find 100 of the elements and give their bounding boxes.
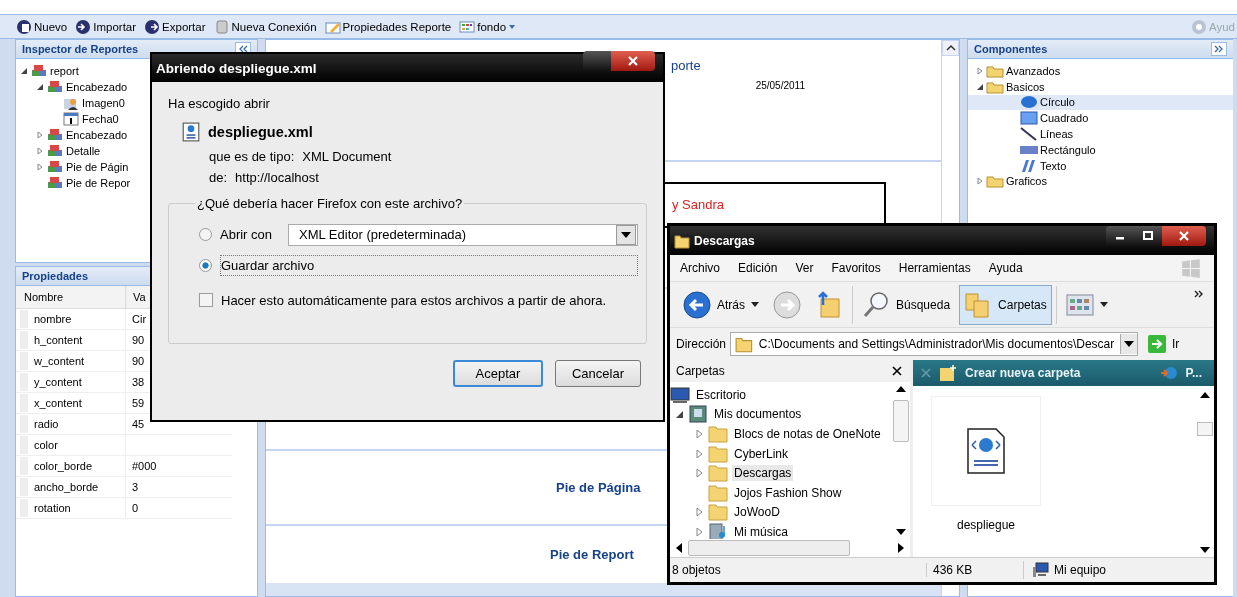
dialog-button[interactable]: Aceptar [453, 360, 543, 387]
task-link[interactable]: Crear nueva carpeta [965, 366, 1081, 380]
collapsed-arrow-icon[interactable] [696, 429, 704, 439]
expand-button[interactable] [1211, 42, 1227, 56]
collapsed-arrow-icon[interactable] [36, 163, 44, 171]
close-icon[interactable] [892, 366, 902, 376]
tree-item[interactable]: Avanzados [1006, 64, 1061, 77]
scroll-up-button[interactable] [942, 40, 959, 56]
up-arrow-icon [1200, 392, 1210, 398]
folder-item[interactable]: Escritorio [694, 386, 748, 403]
property-value: 38 [132, 376, 145, 388]
option-label[interactable]: Guardar archivo [220, 255, 638, 276]
blocks-icon [46, 144, 64, 158]
option-label[interactable]: Abrir con [220, 227, 273, 242]
component-item[interactable]: Texto [968, 157, 1233, 174]
app-dropdown[interactable]: XML Editor (predeterminada) [288, 223, 638, 246]
expanded-arrow-icon[interactable] [976, 82, 984, 91]
scroll-thumb[interactable] [688, 540, 850, 556]
tree-item[interactable]: Fecha0 [82, 113, 119, 125]
back-button[interactable]: Atrás [678, 284, 764, 325]
go-button[interactable]: Ir [1142, 334, 1186, 354]
folder-item[interactable]: Blocs de notas de OneNote [732, 426, 883, 442]
collapsed-arrow-icon[interactable] [696, 526, 704, 537]
folder-icon [708, 444, 728, 463]
up-arrow-icon [896, 386, 906, 392]
caret-icon [751, 301, 759, 308]
close-button[interactable] [1162, 226, 1206, 246]
address-field[interactable]: C:\Documents and Settings\Administrador\Mis documentos\Descar [730, 332, 1138, 356]
menu-item[interactable]: Ver [795, 261, 814, 275]
collapsed-arrow-icon[interactable] [36, 131, 44, 139]
property-name: color [33, 439, 59, 451]
task-link[interactable]: P... [1185, 366, 1202, 380]
tree-item[interactable]: Detalle [66, 145, 101, 157]
toolbar-button[interactable]: Nueva Conexión [211, 18, 319, 35]
toolbar-button[interactable]: Nuevo [14, 18, 70, 35]
property-name: y_content [33, 376, 83, 388]
collapsed-arrow-icon[interactable] [696, 448, 704, 459]
folder-item[interactable]: JoWooD [732, 504, 782, 521]
folder-icon [708, 483, 728, 502]
window-title: Descargas [694, 233, 755, 248]
component-item[interactable]: Círculo [968, 94, 1233, 111]
dialog-button[interactable]: Cancelar [555, 360, 641, 387]
expanded-arrow-icon[interactable] [36, 83, 44, 91]
music-folder-icon [708, 522, 728, 539]
collapsed-arrow-icon[interactable] [976, 177, 984, 186]
property-value: 90 [132, 355, 145, 367]
expanded-arrow-icon[interactable] [676, 409, 684, 420]
close-icon [627, 56, 639, 66]
row-handle[interactable] [20, 310, 28, 328]
more-chevron-icon[interactable] [1194, 290, 1204, 298]
menu-item[interactable]: Archivo [680, 261, 720, 275]
menu-item[interactable]: Favoritos [831, 261, 881, 275]
collapsed-arrow-icon[interactable] [976, 66, 984, 75]
radio-button[interactable] [199, 259, 212, 272]
menu-item[interactable]: Edición [738, 261, 778, 275]
tree-item[interactable]: Encabezado [66, 81, 128, 93]
file-thumbnail[interactable] [931, 396, 1041, 506]
component-item[interactable]: Líneas [968, 126, 1233, 142]
go-arrow-icon [1148, 335, 1166, 353]
component-item[interactable]: Cuadrado [968, 110, 1233, 127]
checkbox[interactable] [199, 293, 213, 307]
tree-item[interactable]: report [50, 65, 79, 77]
checkbox-label[interactable]: Hacer esto automáticamente para estos archivos a partir de ahora. [221, 292, 607, 308]
minimize-button[interactable] [1106, 226, 1134, 246]
component-item[interactable]: Rectángulo [968, 142, 1233, 158]
folder-item[interactable]: Mi música [732, 523, 790, 539]
folder-item[interactable]: CyberLink [732, 445, 791, 462]
toolbar-button[interactable]: Exportar [142, 18, 208, 35]
folder-item[interactable]: Jojos Fashion Show [732, 484, 844, 501]
folder-item[interactable]: Mis documentos [712, 406, 804, 423]
tree-item[interactable]: Imagen0 [82, 97, 125, 109]
property-name: ancho_borde [33, 481, 100, 493]
tree-item[interactable]: Encabezado [66, 129, 128, 141]
import-icon [75, 18, 92, 35]
collapsed-arrow-icon[interactable] [696, 468, 704, 479]
tree-item[interactable]: Basicos [1006, 80, 1045, 93]
toolbar-button[interactable]: fondo [457, 18, 519, 35]
menu-item[interactable]: Ayuda [988, 261, 1023, 275]
maximize-button[interactable] [1134, 226, 1162, 246]
folders-button[interactable]: Carpetas [959, 284, 1052, 325]
column-header[interactable]: Nombre [16, 286, 126, 308]
search-button[interactable]: Búsqueda [857, 284, 956, 325]
tree-item[interactable]: Graficos [1006, 175, 1047, 188]
scroll-thumb[interactable] [1197, 422, 1213, 436]
radio-button[interactable] [199, 228, 212, 241]
toolbar-button[interactable]: Importar [73, 18, 139, 35]
new-folder-icon [939, 364, 957, 382]
collapsed-arrow-icon[interactable] [696, 507, 704, 518]
close-button[interactable] [611, 51, 655, 71]
collapsed-arrow-icon[interactable] [36, 147, 44, 155]
window-button[interactable] [583, 51, 611, 71]
menu-item[interactable]: Herramientas [898, 261, 971, 275]
scroll-thumb[interactable] [893, 400, 909, 442]
file-name[interactable]: despliegue [956, 518, 1016, 532]
blocks-icon [30, 64, 48, 78]
folder-item[interactable]: Descargas [732, 465, 794, 482]
toolbar-button[interactable]: Propiedades Reporte [322, 18, 454, 35]
expanded-arrow-icon[interactable] [20, 67, 28, 75]
tree-item[interactable]: Pie de Págin [66, 161, 129, 173]
tree-item[interactable]: Pie de Repor [66, 177, 131, 189]
